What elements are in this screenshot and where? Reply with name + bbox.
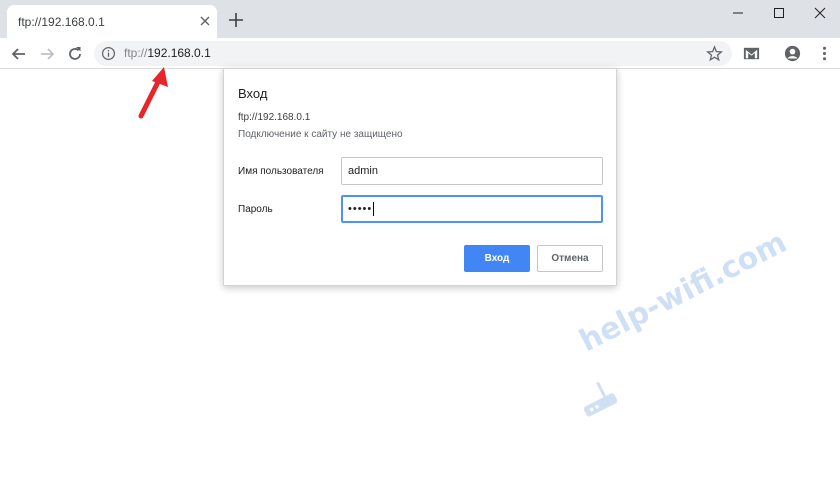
address-bar[interactable]: ftp://192.168.0.1	[94, 41, 732, 66]
back-icon[interactable]	[9, 44, 29, 64]
menu-icon[interactable]	[815, 44, 834, 63]
annotation-arrow	[138, 67, 168, 119]
reload-icon[interactable]	[65, 44, 85, 64]
username-field[interactable]: admin	[341, 157, 603, 185]
forward-icon[interactable]	[37, 44, 57, 64]
password-field[interactable]: •••••	[341, 195, 603, 223]
url-text[interactable]: ftp://192.168.0.1	[124, 46, 211, 60]
new-tab-icon[interactable]	[227, 11, 245, 29]
browser-toolbar: ftp://192.168.0.1	[0, 38, 840, 69]
minimize-icon[interactable]	[718, 0, 758, 26]
profile-icon[interactable]	[783, 44, 802, 63]
url-host: 192.168.0.1	[147, 46, 211, 60]
tab-strip: ftp://192.168.0.1	[0, 0, 840, 38]
router-logo-icon	[583, 381, 618, 417]
bookmark-star-icon[interactable]	[706, 45, 723, 62]
browser-tab[interactable]: ftp://192.168.0.1	[7, 5, 217, 38]
username-label: Имя пользователя	[238, 166, 324, 177]
dialog-url: ftp://192.168.0.1	[238, 112, 311, 123]
window-close-icon[interactable]	[800, 0, 840, 26]
dialog-warning: Подключение к сайту не защищено	[238, 129, 403, 140]
auth-dialog: Вход ftp://192.168.0.1 Подключение к сай…	[223, 68, 617, 286]
tab-title: ftp://192.168.0.1	[18, 15, 105, 29]
maximize-icon[interactable]	[759, 0, 799, 26]
close-icon[interactable]	[197, 13, 213, 29]
text-cursor	[373, 202, 375, 217]
dialog-title: Вход	[238, 86, 268, 101]
url-scheme: ftp://	[124, 46, 148, 60]
password-label: Пароль	[238, 204, 273, 215]
login-button[interactable]: Вход	[464, 245, 530, 272]
username-value: admin	[348, 165, 378, 177]
cancel-button[interactable]: Отмена	[537, 245, 603, 272]
password-value: •••••	[348, 203, 373, 215]
info-icon[interactable]	[101, 46, 116, 61]
gmail-icon[interactable]	[742, 44, 761, 63]
